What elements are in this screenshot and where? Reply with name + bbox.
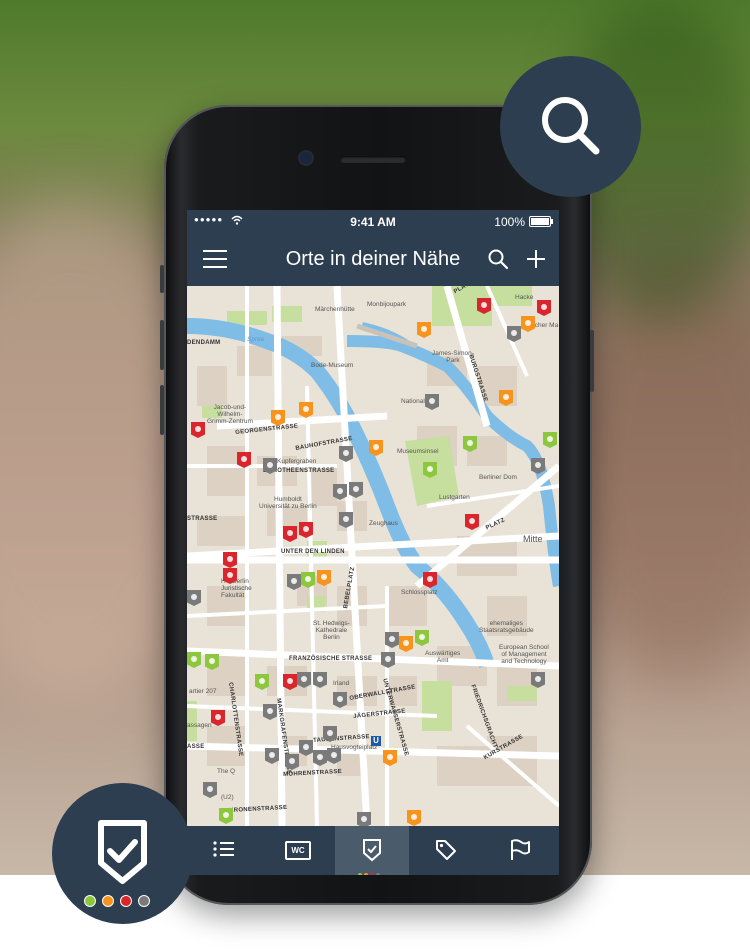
map-label-berliner-dom: Berliner Dom [479,474,517,481]
map-view[interactable]: Märchenhütte Monbijoupark Spree Bode-Mus… [187,286,559,826]
map-label-unter-den-linden: UNTER DEN LINDEN [281,549,345,555]
ubahn-station-icon: U [371,736,381,746]
list-icon [213,841,234,857]
status-bar: ●●●●● 9:41 AM 100% [187,210,559,232]
map-label-national: National [401,398,425,405]
map-label-hackescher: Hacke [515,294,534,301]
search-icon [542,97,600,155]
tab-accessibility-filter[interactable] [335,826,409,875]
battery-percent: 100% [494,215,525,229]
map-label-bode-museum: Bode-Museum [311,362,354,369]
volume-up-button [160,320,164,370]
map-label-asse: ASSE [187,744,205,750]
map-label-assagen: assagen [187,722,212,729]
map-label-franzoesische: FRANZÖSISCHE STRASSE [289,656,373,662]
map-label-maerchenhuette: Märchenhütte [315,306,355,313]
map-label-schlossplatz: Schlossplatz [401,589,438,596]
map-label-staatsrat: ehemaliges Staatsratsgebäude [479,620,534,634]
tab-wc[interactable]: WC [261,826,335,875]
map-label-zeughaus: Zeughaus [369,520,398,527]
tag-icon [436,840,456,860]
filter-status-dots [358,864,388,875]
map-label-museumsinsel: Museumsinsel [397,448,439,455]
map-label-monbijoupark: Monbijoupark [367,301,407,308]
tab-bar: WC [187,826,559,875]
shield-check-icon [363,839,381,862]
map-label-jacob-wilhelm: Jacob-und- Wilhelm- Grimm-Zentrum [207,404,253,425]
map-label-irland: Irland [333,680,350,687]
tab-flag[interactable] [483,826,557,875]
phone-screen: ●●●●● 9:41 AM 100% Orte in deiner Nähe M… [187,210,559,875]
wc-icon: WC [285,841,311,860]
map-label-kupfergraben: Kupfergraben [277,458,317,465]
map-label-u2: (U2) [221,794,234,801]
battery-icon [529,216,553,227]
promo-accessibility-filter[interactable] [52,783,193,924]
volume-down-button [160,385,164,435]
map-label-strasse: STRASSE [187,516,218,522]
map-label-hedwigs: St. Hedwigs- Kathedrale Berlin [313,620,350,641]
front-camera [300,152,312,164]
map-label-spree: Spree [247,336,265,343]
power-button [590,330,594,392]
map-label-quartier: artier 207 [189,688,217,695]
search-icon[interactable] [487,248,509,270]
map-label-humboldt: Humboldt Universität zu Berlin [259,496,317,510]
tab-categories[interactable] [409,826,483,875]
flag-icon [511,839,530,860]
promo-search-button[interactable] [500,56,641,197]
map-label-dendamm: DENDAMM [187,340,221,346]
map-label-auswaertiges: Auswärtiges Amt [425,650,461,664]
nav-bar: Orte in deiner Nähe [187,232,559,286]
map-label-lustgarten: Lustgarten [439,494,470,501]
mute-switch [160,265,164,293]
tab-list[interactable] [187,826,261,875]
map-label-mitte: Mitte [523,534,543,544]
speaker-grille [340,156,406,163]
plus-icon[interactable] [525,248,547,270]
poi-marker[interactable] [357,812,371,826]
map-label-esmt: European School of Management and Techno… [499,644,549,665]
filter-status-dots [84,894,174,908]
map-label-the-q: The Q [217,768,236,775]
